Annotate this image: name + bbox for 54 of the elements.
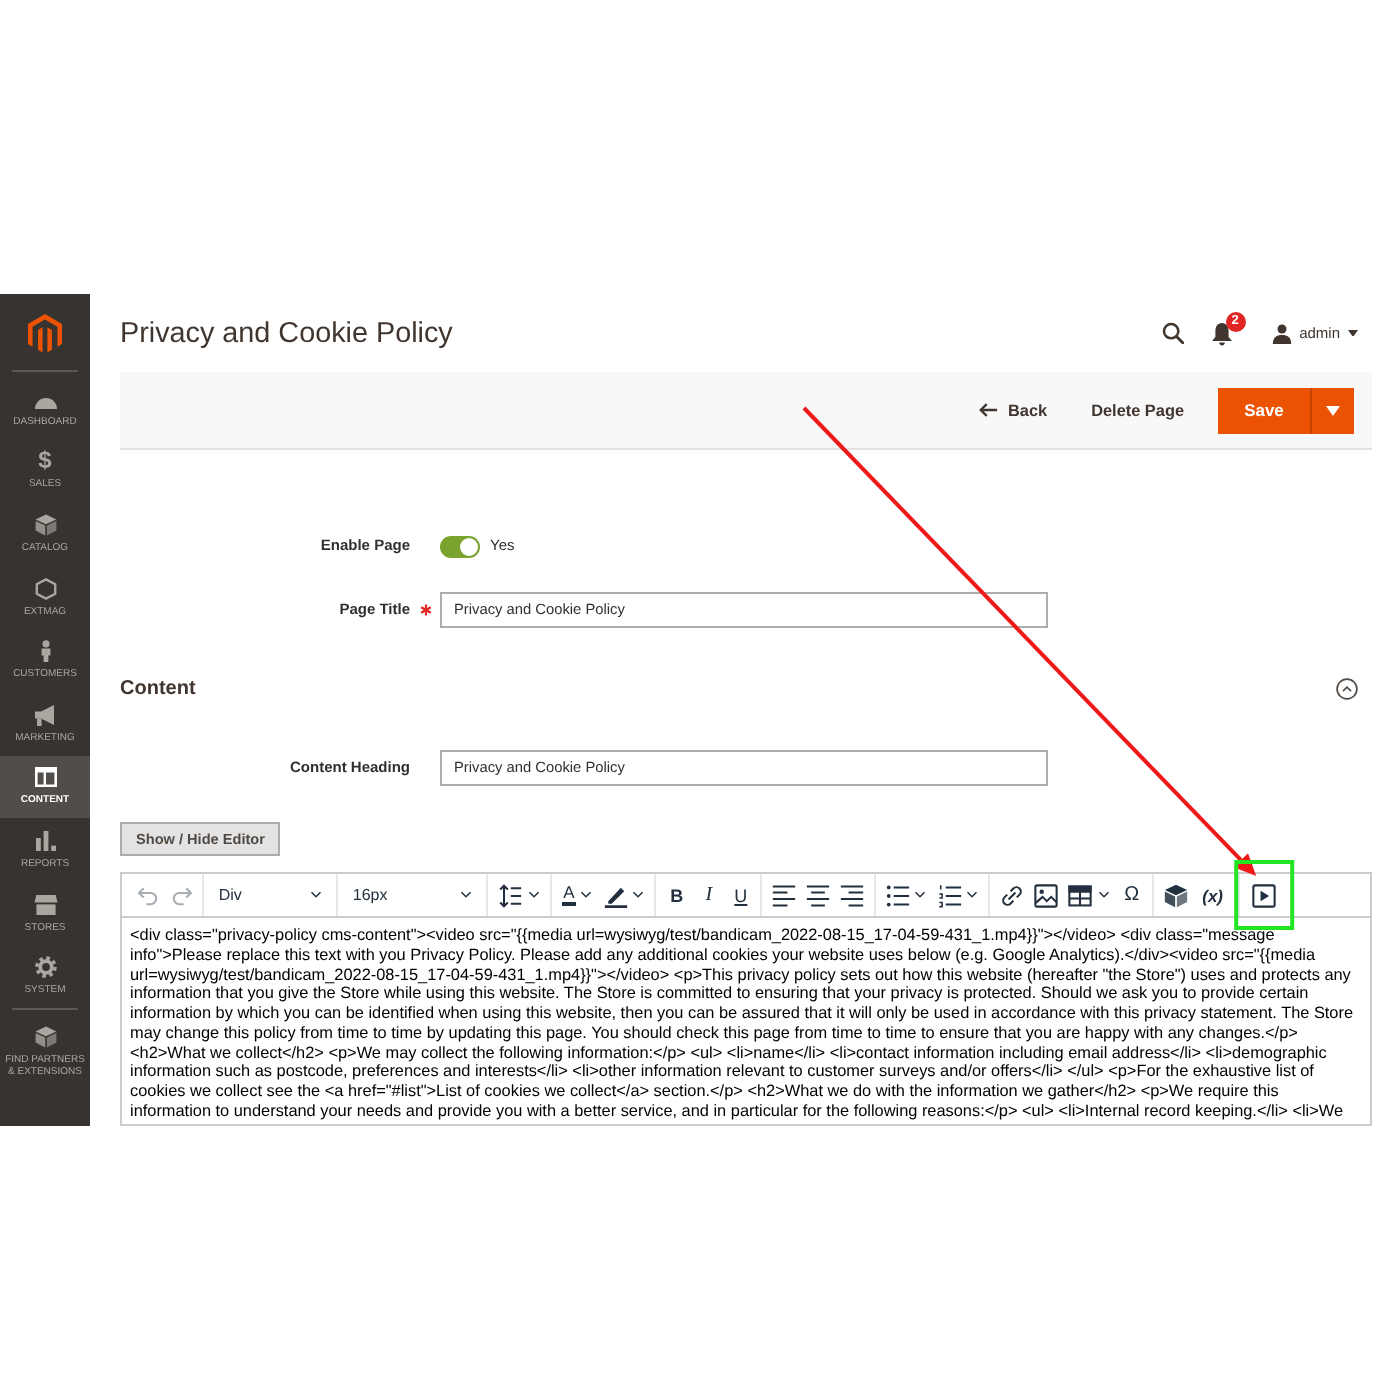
highlight-frame bbox=[1234, 860, 1295, 930]
save-button[interactable]: Save bbox=[1218, 387, 1310, 433]
toggle-switch[interactable] bbox=[440, 535, 480, 557]
caret-icon bbox=[1348, 329, 1358, 337]
back-button[interactable]: Back bbox=[968, 391, 1058, 429]
numbered-list-icon[interactable] bbox=[937, 883, 962, 907]
caret-icon[interactable] bbox=[580, 890, 593, 900]
image-icon[interactable] bbox=[1034, 883, 1059, 907]
font-size-dropdown[interactable]: 16px bbox=[342, 878, 483, 912]
caret-icon[interactable] bbox=[914, 890, 927, 900]
left-arrow-icon bbox=[978, 402, 998, 418]
editor-textarea[interactable]: <div class="privacy-policy cms-content"><video src="{{media url=wysiwyg/test/bandicam_2022-08-15_17-04-59-431_1.mp4}}"></video> <div class="message info">Please replace this text with you Privacy Policy. Please add any additional cookies your website uses below (e.g. Google Analytics).</div><video src="{{media url=wysiwyg/test/bandicam_2022-08-15_17-04-59-431_1.mp4}}"></video> <p>This privacy policy sets out how this website (hereafter "the Store") uses and protects any information that you give the Store while using this website. The Store is committed to ensuring that your privacy is protected. Should we ask you to provide certain information by which you can be identified when using this website, then you can be assured that it will only be used in accordance with this privacy statement. The Store may change this policy from time to time by updating this page. You should check this page from time to time to ensure that you are happy with any changes.</p> <h2>What we collect</h2> <p>We may collect the following information:</p> <ul> <li>name</li> <li>contact information including email address</li> <li>demographic information such as postcode, preferences and interests</li> <li>other information relevant to customer surveys and/or offers</li> </ul> <p>For the exhaustive list of cookies we collect see the <a href="#list">List of cookies we collect</a> section.</p> <h2>What we do with the information we gather</h2> <p>We require this information to understand your needs and provide you with a better service, and in particular for the following reasons:</p> <ul> <li>Internal record keeping.</li> <li>We bbox=[120, 918, 1372, 1126]
bullet-list-icon[interactable] bbox=[885, 883, 910, 907]
special-character-button[interactable]: Ω bbox=[1115, 883, 1148, 907]
dollar-icon: $ bbox=[38, 450, 52, 473]
caret-icon[interactable] bbox=[966, 890, 979, 900]
user-icon bbox=[1271, 323, 1292, 343]
logo-icon[interactable] bbox=[28, 314, 62, 354]
format-dropdown[interactable]: Div bbox=[208, 878, 333, 912]
layout-icon bbox=[33, 766, 57, 789]
caret-icon[interactable] bbox=[1097, 890, 1110, 900]
save-options-button[interactable] bbox=[1310, 387, 1354, 433]
bar-chart-icon bbox=[33, 829, 57, 852]
cube-icon[interactable] bbox=[1163, 883, 1188, 907]
align-left-icon[interactable] bbox=[772, 883, 797, 907]
variable-button[interactable]: (x) bbox=[1192, 883, 1233, 907]
underline-button[interactable]: U bbox=[724, 883, 757, 907]
hexagon-icon bbox=[33, 577, 57, 600]
chevron-circle-icon[interactable] bbox=[1336, 677, 1358, 699]
megaphone-icon bbox=[33, 703, 57, 726]
bold-button[interactable]: B bbox=[660, 883, 693, 907]
table-icon[interactable] bbox=[1068, 883, 1093, 907]
delete-page-button[interactable]: Delete Page bbox=[1081, 391, 1194, 429]
caret-icon[interactable] bbox=[632, 890, 645, 900]
section-title: Content bbox=[120, 675, 196, 701]
italic-button[interactable]: I bbox=[692, 883, 725, 907]
caret-icon bbox=[1326, 405, 1340, 415]
align-center-icon[interactable] bbox=[806, 883, 831, 907]
highlighter-icon[interactable] bbox=[603, 883, 628, 907]
caret-icon[interactable] bbox=[527, 890, 540, 900]
storefront-icon bbox=[33, 893, 57, 916]
gear-icon bbox=[33, 956, 57, 979]
text-color-button[interactable]: A bbox=[561, 884, 577, 906]
cube-icon bbox=[33, 513, 57, 536]
play-icon[interactable] bbox=[1252, 883, 1277, 907]
cube-icon bbox=[33, 1025, 57, 1048]
search-icon[interactable] bbox=[1161, 322, 1184, 344]
caret-icon bbox=[310, 890, 323, 900]
bell-icon[interactable] bbox=[1209, 321, 1234, 345]
line-height-icon[interactable] bbox=[497, 883, 522, 907]
link-icon[interactable] bbox=[999, 883, 1024, 907]
align-right-icon[interactable] bbox=[840, 883, 865, 907]
caret-icon bbox=[460, 890, 473, 900]
page-title: Privacy and Cookie Policy bbox=[120, 315, 453, 351]
